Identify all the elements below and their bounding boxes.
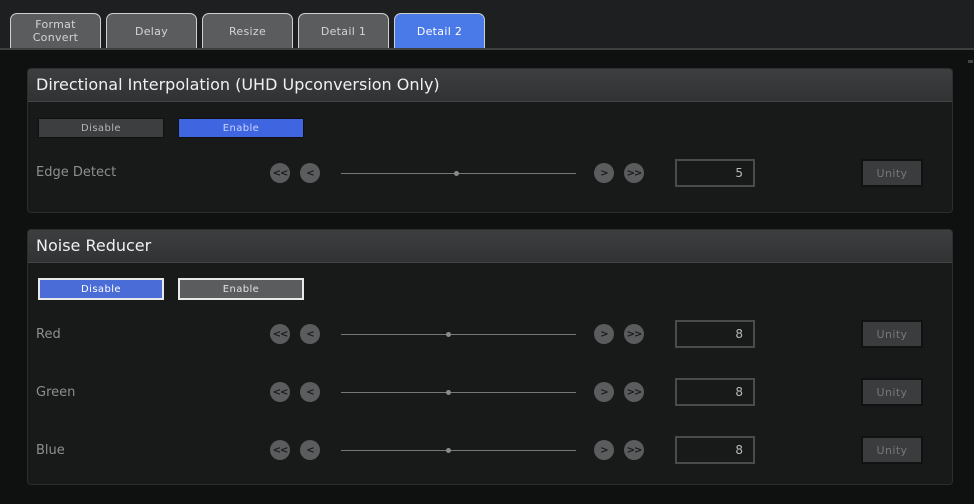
green-fast-back-button[interactable]: << [270,382,290,402]
panel-title: Noise Reducer [28,230,952,263]
green-slider-handle[interactable] [446,390,451,395]
back-icon: < [306,167,314,179]
tab-label: Detail 1 [320,24,367,38]
tab-detail-2[interactable]: Detail 2 [394,13,485,48]
green-fast-forward-button[interactable]: >> [624,382,644,402]
green-value[interactable]: 8 [675,378,755,406]
red-value[interactable]: 8 [675,320,755,348]
blue-back-button[interactable]: < [300,440,320,460]
tab-bar-divider [0,48,974,50]
directional-interpolation-panel: Directional Interpolation (UHD Upconvers… [27,68,953,213]
forward-icon: > [600,444,608,456]
edge-detect-slider-handle[interactable] [454,171,459,176]
fast-back-icon: << [272,444,289,456]
edge-detect-value[interactable]: 5 [675,159,755,187]
tab-label-line2: Convert [32,31,79,44]
green-slider-track[interactable] [341,392,576,393]
blue-forward-button[interactable]: > [594,440,614,460]
edge-detect-unity-button[interactable]: Unity [861,159,923,187]
blue-slider-track[interactable] [341,450,576,451]
fast-forward-icon: >> [626,167,643,179]
red-unity-button[interactable]: Unity [861,320,923,348]
fast-forward-icon: >> [626,328,643,340]
red-label: Red [36,327,61,342]
blue-fast-back-button[interactable]: << [270,440,290,460]
red-fast-back-button[interactable]: << [270,324,290,344]
fast-back-button[interactable]: << [270,163,290,183]
panel-title: Directional Interpolation (UHD Upconvers… [28,69,952,102]
green-forward-button[interactable]: > [594,382,614,402]
forward-icon: > [600,328,608,340]
red-fast-forward-button[interactable]: >> [624,324,644,344]
blue-value[interactable]: 8 [675,436,755,464]
red-forward-button[interactable]: > [594,324,614,344]
fast-back-icon: << [272,167,289,179]
noise-enable-button[interactable]: Enable [178,278,304,300]
red-slider-track[interactable] [341,334,576,335]
noise-disable-button[interactable]: Disable [38,278,164,300]
noise-reducer-panel: Noise Reducer Disable Enable Red << < > … [27,229,953,485]
back-button[interactable]: < [300,163,320,183]
fast-forward-icon: >> [626,386,643,398]
tab-label: Delay [134,24,169,38]
green-label: Green [36,385,76,400]
tab-resize[interactable]: Resize [202,13,293,48]
red-back-button[interactable]: < [300,324,320,344]
tab-label: Resize [228,24,267,38]
forward-icon: > [600,386,608,398]
tab-label-line1: Format [35,18,76,31]
scrollbar-indicator[interactable] [968,60,973,63]
blue-slider-handle[interactable] [446,448,451,453]
blue-unity-button[interactable]: Unity [861,436,923,464]
forward-button[interactable]: > [594,163,614,183]
back-icon: < [306,386,314,398]
tab-format-convert[interactable]: Format Convert [10,13,101,48]
directional-enable-button[interactable]: Enable [178,118,304,138]
edge-detect-label: Edge Detect [36,165,117,180]
back-icon: < [306,444,314,456]
fast-back-icon: << [272,328,289,340]
fast-back-icon: << [272,386,289,398]
red-slider-handle[interactable] [446,332,451,337]
directional-disable-button[interactable]: Disable [38,118,164,138]
green-unity-button[interactable]: Unity [861,378,923,406]
forward-icon: > [600,167,608,179]
tab-bar: Format Convert Delay Resize Detail 1 Deta… [0,0,974,50]
green-back-button[interactable]: < [300,382,320,402]
fast-forward-icon: >> [626,444,643,456]
tab-label: Detail 2 [416,24,463,38]
blue-label: Blue [36,443,65,458]
back-icon: < [306,328,314,340]
tab-delay[interactable]: Delay [106,13,197,48]
blue-fast-forward-button[interactable]: >> [624,440,644,460]
tab-detail-1[interactable]: Detail 1 [298,13,389,48]
fast-forward-button[interactable]: >> [624,163,644,183]
